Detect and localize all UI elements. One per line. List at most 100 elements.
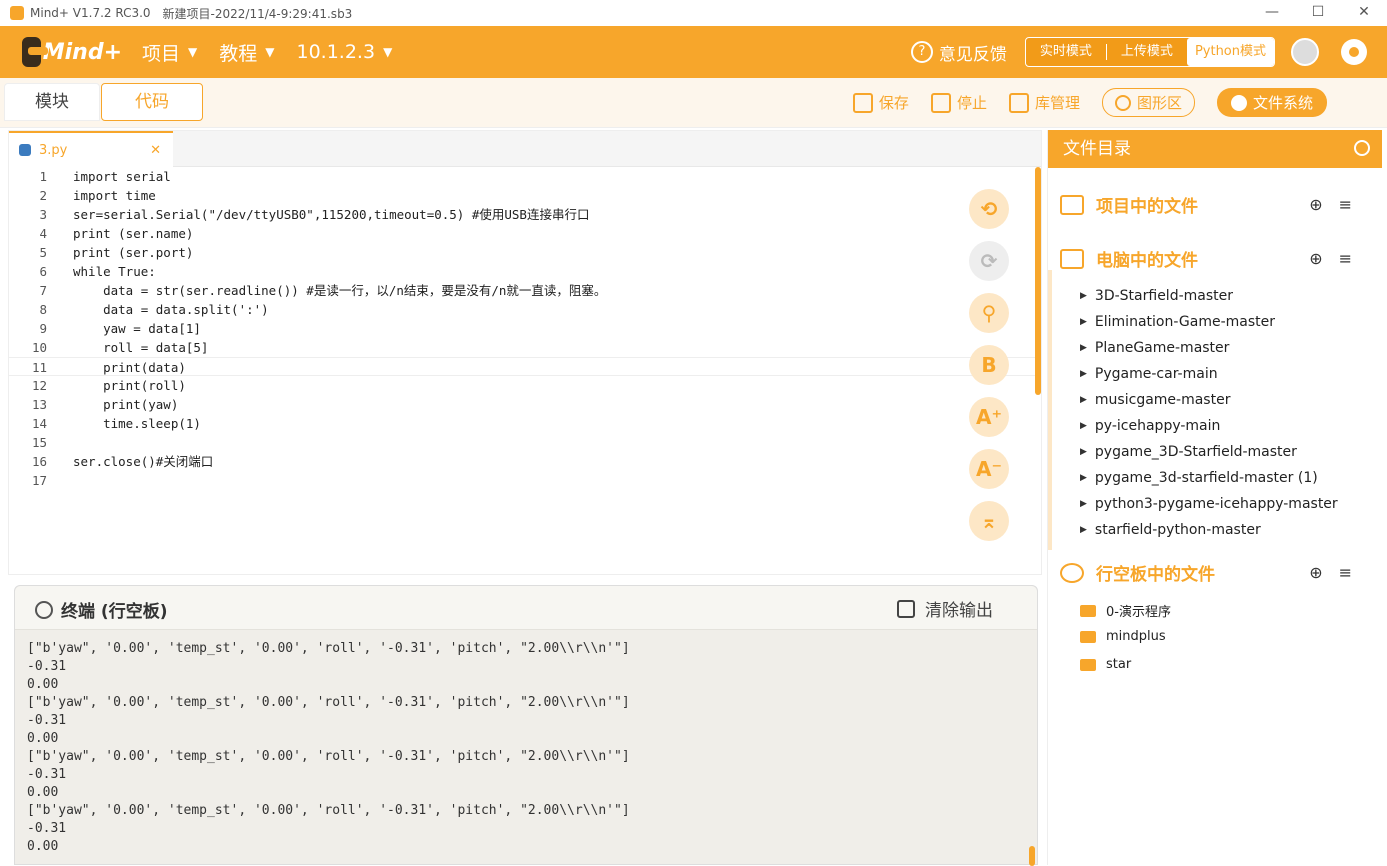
scroll-top-icon[interactable]: ⌅ (969, 501, 1009, 541)
code-line: 13 print(yaw) (9, 395, 1037, 414)
line-number: 11 (31, 360, 47, 375)
monitor-icon (1060, 248, 1084, 269)
folder-item[interactable]: ▶ Pygame-car-main (1080, 366, 1218, 382)
font-decrease-icon[interactable]: A⁻ (969, 449, 1009, 489)
save-button[interactable]: 保存 (852, 92, 909, 113)
close-window-button[interactable]: ✕ (1341, 0, 1387, 26)
terminal-output: ["b'yaw", '0.00', 'temp_st', '0.00', 'ro… (27, 641, 630, 854)
board-folder-item[interactable]: star (1080, 657, 1131, 672)
folder-item[interactable]: ▶ python3-pygame-icehappy-master (1080, 496, 1338, 512)
tab-blocks[interactable]: 模块 (4, 83, 100, 121)
tab-code[interactable]: 代码 (101, 83, 203, 121)
list-icon (1060, 194, 1084, 215)
section-computer-files[interactable]: 电脑中的文件 ⊕ ≡ (1060, 246, 1370, 271)
folder-item[interactable]: ▶ starfield-python-master (1080, 522, 1261, 538)
caret-right-icon: ▶ (1080, 369, 1087, 379)
mode-upload[interactable]: 上传模式 (1107, 38, 1187, 66)
close-icon[interactable]: ✕ (150, 143, 161, 158)
terminal-panel: 终端 (行空板) 清除输出 ["b'yaw", '0.00', 'temp_st… (14, 585, 1038, 866)
line-text: time.sleep(1) (73, 416, 201, 431)
line-number: 3 (39, 207, 47, 222)
mode-switch: 实时模式 上传模式 Python模式 (1024, 37, 1275, 67)
line-text: print(roll) (73, 378, 186, 393)
check-circle-icon (1230, 94, 1247, 111)
line-number: 12 (31, 378, 47, 393)
folder-item[interactable]: ▶ py-icehappy-main (1080, 418, 1220, 434)
file-tab[interactable]: 3.py ✕ (9, 131, 173, 167)
folder-item[interactable]: ▶ pygame_3d-starfield-master (1) (1080, 470, 1318, 486)
folder-icon (1080, 630, 1096, 643)
menu-tutorial-label: 教程 (219, 42, 258, 65)
code-area[interactable]: 1 import serial 2 import time 3 ser=serial.… (9, 167, 1039, 567)
minimize-button[interactable]: — (1249, 0, 1295, 26)
filesystem-button[interactable]: 文件系统 (1216, 88, 1327, 117)
section-project-files[interactable]: 项目中的文件 ⊕ ≡ (1060, 192, 1370, 217)
undo-icon[interactable]: ⟲ (969, 189, 1009, 229)
folder-item[interactable]: ▶ pygame_3D-Starfield-master (1080, 444, 1297, 460)
editor-scrollbar[interactable] (1035, 167, 1041, 395)
toolbar: 模块 代码 保存 停止 库管理 图形区 文件系统 (0, 78, 1387, 128)
user-avatar[interactable] (1291, 38, 1319, 66)
eraser-icon (897, 599, 915, 618)
menu-device[interactable]: 10.1.2.3 ▼ (297, 41, 393, 63)
folder-label: PlaneGame-master (1094, 340, 1230, 356)
search-icon[interactable]: ⚲ (969, 293, 1009, 333)
stop-button[interactable]: 停止 (930, 92, 987, 113)
folder-label: pygame_3D-Starfield-master (1094, 444, 1297, 460)
menu-icon[interactable]: ≡ (1339, 195, 1352, 214)
graphics-icon (1114, 94, 1131, 111)
folder-item[interactable]: ▶ 3D-Starfield-master (1080, 288, 1233, 304)
menu-tutorial[interactable]: 教程 ▼ (219, 39, 274, 66)
project-files-label: 项目中的文件 (1096, 197, 1198, 217)
caret-down-icon: ▼ (188, 45, 198, 59)
stop-label: 停止 (956, 94, 987, 112)
line-text: import serial (73, 169, 171, 184)
line-number: 6 (39, 264, 47, 279)
terminal-scrollbar[interactable] (1029, 846, 1035, 866)
caret-right-icon: ▶ (1080, 447, 1087, 457)
library-label: 库管理 (1034, 94, 1080, 112)
refresh-icon[interactable] (1354, 140, 1370, 156)
menu-icon[interactable]: ≡ (1339, 563, 1352, 582)
code-line: 1 import serial (9, 167, 1037, 186)
file-tabs: 3.py ✕ (9, 131, 1041, 167)
terminal-title: 终端 (行空板) (35, 597, 167, 622)
library-button[interactable]: 库管理 (1008, 92, 1080, 113)
line-number: 13 (31, 397, 47, 412)
caret-down-icon: ▼ (383, 45, 393, 59)
font-increase-icon[interactable]: A⁺ (969, 397, 1009, 437)
clear-output-button[interactable]: 清除输出 (897, 596, 993, 621)
line-number: 5 (39, 245, 47, 260)
menu-icon[interactable]: ≡ (1339, 249, 1352, 268)
folder-icon (1080, 604, 1096, 617)
folder-label: star (1106, 657, 1132, 672)
folder-label: python3-pygame-icehappy-master (1094, 496, 1338, 512)
gear-icon[interactable] (1341, 39, 1367, 65)
folder-item[interactable]: ▶ PlaneGame-master (1080, 340, 1229, 356)
folder-item[interactable]: ▶ musicgame-master (1080, 392, 1230, 408)
add-file-icon[interactable]: ⊕ (1309, 195, 1322, 214)
caret-right-icon: ▶ (1080, 395, 1087, 405)
project-title: 新建项目-2022/11/4-9:29:41.sb3 (162, 6, 353, 21)
maximize-button[interactable]: ☐ (1295, 0, 1341, 26)
line-number: 8 (39, 302, 47, 317)
board-folder-item[interactable]: 0-演示程序 (1080, 601, 1171, 620)
mode-python[interactable]: Python模式 (1186, 38, 1274, 66)
board-files-label: 行空板中的文件 (1096, 565, 1215, 585)
code-line: 5 print (ser.port) (9, 243, 1037, 262)
mode-realtime[interactable]: 实时模式 (1026, 38, 1106, 66)
file-panel-scrollbar[interactable] (1048, 270, 1052, 550)
line-number: 10 (31, 340, 47, 355)
redo-icon[interactable]: ⟳ (969, 241, 1009, 281)
add-file-icon[interactable]: ⊕ (1309, 563, 1322, 582)
caret-right-icon: ▶ (1080, 525, 1087, 535)
board-folder-item[interactable]: mindplus (1080, 629, 1166, 644)
section-board-files[interactable]: 行空板中的文件 ⊕ ≡ (1060, 560, 1370, 585)
feedback-button[interactable]: ? 意见反馈 (910, 40, 1007, 65)
folder-item[interactable]: ▶ Elimination-Game-master (1080, 314, 1275, 330)
graphics-button[interactable]: 图形区 (1101, 88, 1195, 117)
file-directory-panel: 文件目录 项目中的文件 ⊕ ≡ 电脑中的文件 ⊕ ≡ ▶ 3D-Starfield-m… (1047, 130, 1382, 865)
format-icon[interactable]: B (969, 345, 1009, 385)
add-file-icon[interactable]: ⊕ (1309, 249, 1322, 268)
menu-project[interactable]: 项目 ▼ (142, 39, 197, 66)
